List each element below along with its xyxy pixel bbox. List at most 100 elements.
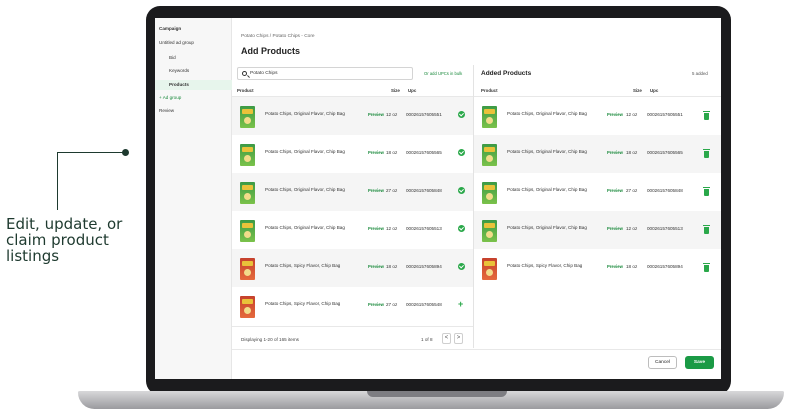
sidebar-item-products[interactable]: Products (169, 82, 189, 87)
product-upc: 00026157605848 (406, 188, 442, 193)
product-upc: 00026157605894 (647, 264, 683, 269)
prev-page-button[interactable]: < (442, 333, 451, 344)
right-header-product: Product (481, 88, 498, 93)
product-image (482, 144, 497, 166)
add-icon[interactable]: + (458, 300, 463, 309)
left-footer-divider (232, 326, 473, 327)
product-name: Potato Chips, Original Flavor, Chip Bag (265, 225, 345, 230)
product-name: Potato Chips, Original Flavor, Chip Bag (507, 225, 587, 230)
left-header-size: Size (391, 88, 400, 93)
trash-icon[interactable] (703, 149, 710, 158)
product-image (482, 106, 497, 128)
table-row[interactable]: Potato Chips, Original Flavor, Chip Bag … (232, 173, 473, 211)
product-upc: 00026157605565 (647, 150, 683, 155)
table-row[interactable]: Potato Chips, Original Flavor, Chip Bag … (232, 135, 473, 173)
product-size: 18 oz (626, 264, 638, 269)
left-header-product: Product (237, 88, 254, 93)
table-row[interactable]: Potato Chips, Original Flavor, Chip Bag … (474, 97, 721, 135)
product-image (482, 220, 497, 242)
preview-link[interactable]: Preview (368, 188, 384, 193)
product-name: Potato Chips, Original Flavor, Chip Bag (265, 149, 345, 154)
main-panel: Potato Chips / Potato Chips - Core Add P… (232, 18, 721, 379)
sidebar-item-keywords[interactable]: Keywords (169, 68, 189, 73)
trash-icon[interactable] (703, 225, 710, 234)
product-upc: 00026157605551 (647, 112, 683, 117)
search-input[interactable]: Potato Chips (237, 67, 413, 80)
sidebar-item-add-group[interactable]: + Ad group (159, 95, 181, 100)
preview-link[interactable]: Preview (368, 150, 384, 155)
table-row[interactable]: Potato Chips, Spicy Flavor, Chip Bag Pre… (232, 287, 473, 325)
product-name: Potato Chips, Original Flavor, Chip Bag (507, 149, 587, 154)
preview-link[interactable]: Preview (607, 264, 623, 269)
product-size: 18 oz (386, 150, 398, 155)
product-size: 27 oz (626, 188, 638, 193)
stage: Edit, update, or claim product listings … (0, 0, 787, 416)
table-row[interactable]: Potato Chips, Original Flavor, Chip Bag … (474, 135, 721, 173)
check-icon[interactable] (458, 263, 465, 270)
product-name: Potato Chips, Spicy Flavor, Chip Bag (265, 301, 341, 306)
left-header-upc: Upc (408, 88, 417, 93)
preview-link[interactable]: Preview (368, 226, 384, 231)
product-size: 12 oz (386, 112, 398, 117)
product-size: 18 oz (626, 150, 638, 155)
search-icon (242, 71, 247, 76)
product-upc: 00026157605551 (406, 112, 442, 117)
preview-link[interactable]: Preview (607, 150, 623, 155)
sidebar-active-highlight (155, 80, 232, 90)
preview-link[interactable]: Preview (607, 226, 623, 231)
product-image (240, 296, 255, 318)
add-upcs-bulk-link[interactable]: Or add UPCs in bulk (424, 71, 462, 76)
product-name: Potato Chips, Spicy Flavor, Chip Bag (507, 263, 583, 268)
right-header-size: Size (633, 88, 642, 93)
product-name: Potato Chips, Spicy Flavor, Chip Bag (265, 263, 341, 268)
preview-link[interactable]: Preview (607, 112, 623, 117)
sidebar-item-bid[interactable]: Bid (169, 55, 176, 60)
product-size: 12 oz (386, 226, 398, 231)
callout-line-vertical (57, 152, 58, 210)
table-row[interactable]: Potato Chips, Original Flavor, Chip Bag … (232, 211, 473, 249)
laptop-screen: Campaign Untitled ad group Bid Keywords … (155, 18, 721, 379)
sidebar-item-campaign[interactable]: Campaign (159, 26, 181, 31)
table-row[interactable]: Potato Chips, Original Flavor, Chip Bag … (232, 97, 473, 135)
table-row[interactable]: Potato Chips, Original Flavor, Chip Bag … (474, 211, 721, 249)
product-size: 27 oz (386, 188, 398, 193)
product-image (482, 182, 497, 204)
added-products-title: Added Products (481, 70, 532, 77)
trash-icon[interactable] (703, 187, 710, 196)
product-size: 27 oz (386, 302, 398, 307)
product-size: 12 oz (626, 112, 638, 117)
next-page-button[interactable]: > (454, 333, 463, 344)
added-count: 5 added (692, 71, 708, 76)
sidebar-item-ad-group[interactable]: Untitled ad group (159, 40, 194, 45)
table-row[interactable]: Potato Chips, Spicy Flavor, Chip Bag Pre… (474, 249, 721, 287)
product-image (240, 258, 255, 280)
trash-icon[interactable] (703, 111, 710, 120)
product-name: Potato Chips, Original Flavor, Chip Bag (265, 187, 345, 192)
product-image (240, 220, 255, 242)
table-row[interactable]: Potato Chips, Spicy Flavor, Chip Bag Pre… (232, 249, 473, 287)
check-icon[interactable] (458, 149, 465, 156)
search-value: Potato Chips (250, 71, 278, 76)
preview-link[interactable]: Preview (368, 112, 384, 117)
product-name: Potato Chips, Original Flavor, Chip Bag (265, 111, 345, 116)
callout-text: Edit, update, or claim product listings (6, 215, 123, 265)
preview-link[interactable]: Preview (368, 302, 384, 307)
cancel-button[interactable]: Cancel (648, 356, 677, 369)
product-upc: 00026157605513 (647, 226, 683, 231)
table-row[interactable]: Potato Chips, Original Flavor, Chip Bag … (474, 173, 721, 211)
save-button[interactable]: Save (685, 356, 714, 369)
preview-link[interactable]: Preview (368, 264, 384, 269)
check-icon[interactable] (458, 187, 465, 194)
laptop-notch (367, 391, 507, 397)
callout-line (57, 152, 125, 153)
trash-icon[interactable] (703, 263, 710, 272)
check-icon[interactable] (458, 111, 465, 118)
sidebar-item-review[interactable]: Review (159, 108, 174, 113)
product-image (240, 182, 255, 204)
preview-link[interactable]: Preview (607, 188, 623, 193)
product-upc: 00026157605894 (406, 264, 442, 269)
product-upc: 00026157605513 (406, 226, 442, 231)
check-icon[interactable] (458, 225, 465, 232)
page-indicator: 1 of 8 (421, 337, 433, 342)
sidebar: Campaign Untitled ad group Bid Keywords … (155, 18, 232, 379)
